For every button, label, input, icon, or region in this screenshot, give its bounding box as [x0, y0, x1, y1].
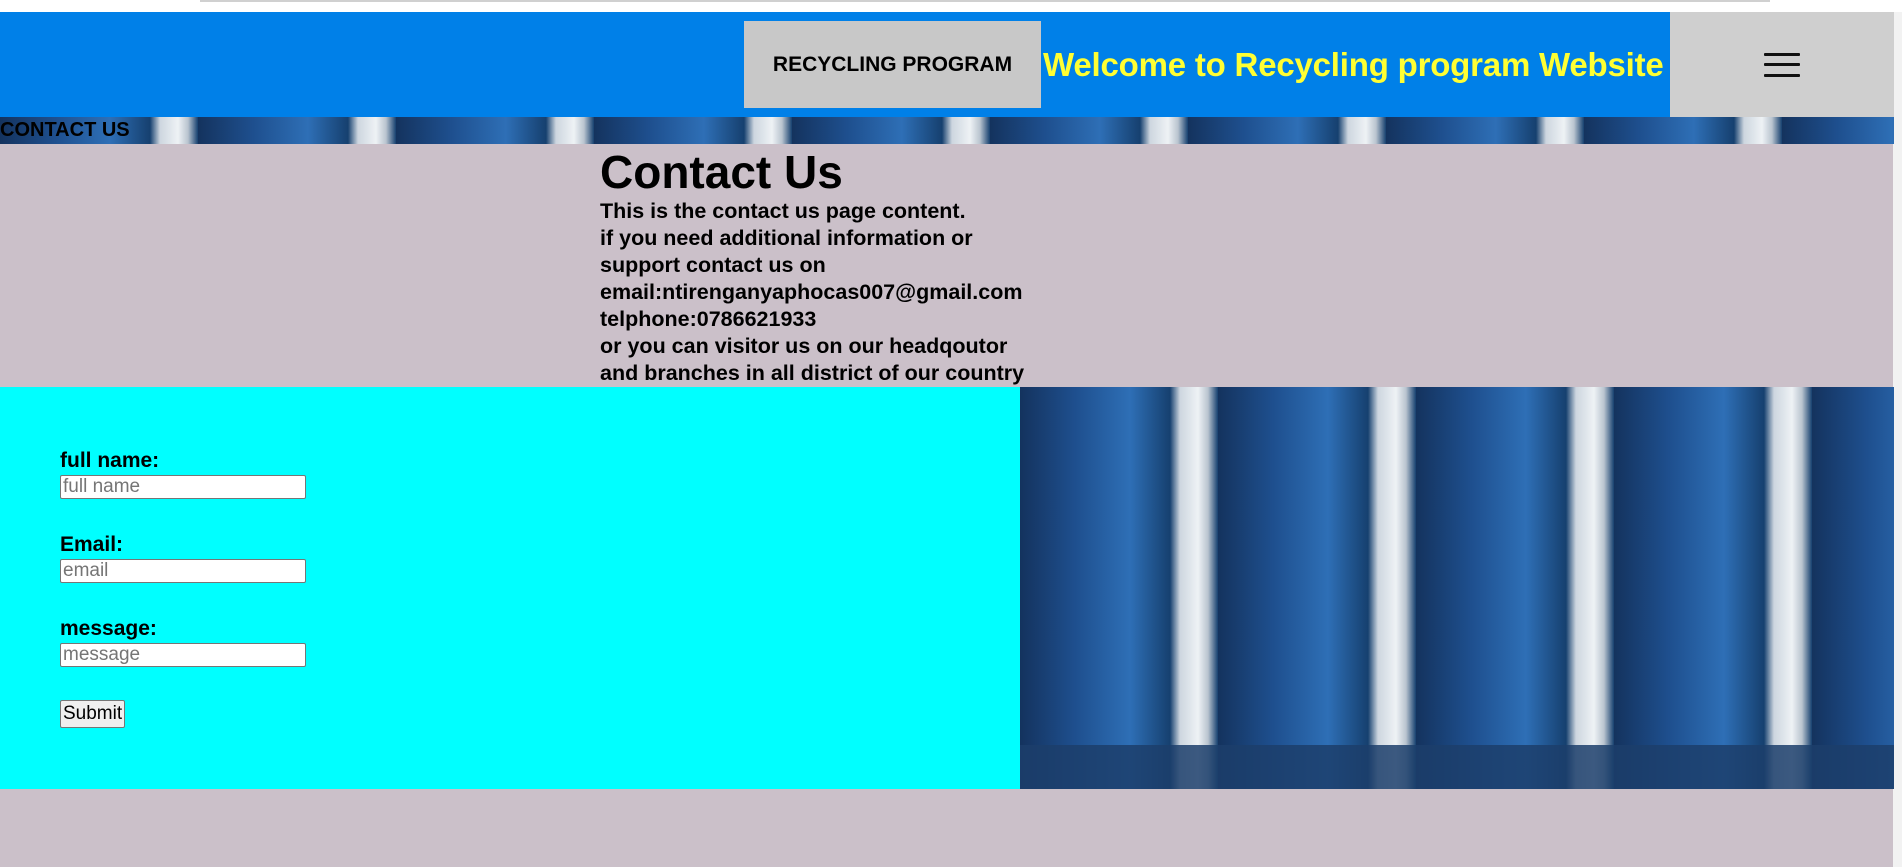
contact-us-link[interactable]: CONTACT US — [0, 119, 130, 142]
message-input[interactable] — [60, 643, 306, 667]
page-scrollbar[interactable] — [1893, 12, 1902, 867]
fullname-label: full name: — [60, 449, 160, 472]
content-line: or you can visitor us on our headqoutor — [600, 334, 1008, 358]
site-header: RECYCLING PROGRAM Welcome to Recycling p… — [0, 12, 1894, 117]
menu-button[interactable] — [1670, 12, 1894, 117]
content-line: support contact us on — [600, 253, 826, 277]
message-label: message: — [60, 617, 157, 640]
submit-button[interactable]: Submit — [60, 700, 126, 728]
banner-image: CONTACT US — [0, 117, 1894, 144]
fullname-input[interactable] — [60, 475, 306, 499]
brand-button[interactable]: RECYCLING PROGRAM — [744, 21, 1041, 108]
browser-top-edge — [0, 0, 1902, 12]
email-label: Email: — [60, 533, 124, 556]
contact-content: Contact Us This is the contact us page c… — [600, 146, 1060, 387]
contact-form: full name: Email: message: Submit — [0, 387, 1020, 789]
content-email: email:ntirenganyaphocas007@gmail.com — [600, 280, 1023, 304]
content-phone: telphone:0786621933 — [600, 307, 817, 331]
content-line: if you need additional information or — [600, 226, 973, 250]
content-line: This is the contact us page content. — [600, 199, 966, 223]
welcome-heading: Welcome to Recycling program Website — [1043, 45, 1664, 83]
content-line: and branches in all district of our coun… — [600, 361, 1025, 385]
email-input[interactable] — [60, 559, 306, 583]
recycling-image — [1020, 387, 1894, 789]
page-title: Contact Us — [600, 146, 843, 198]
hamburger-menu-icon — [1764, 52, 1800, 77]
